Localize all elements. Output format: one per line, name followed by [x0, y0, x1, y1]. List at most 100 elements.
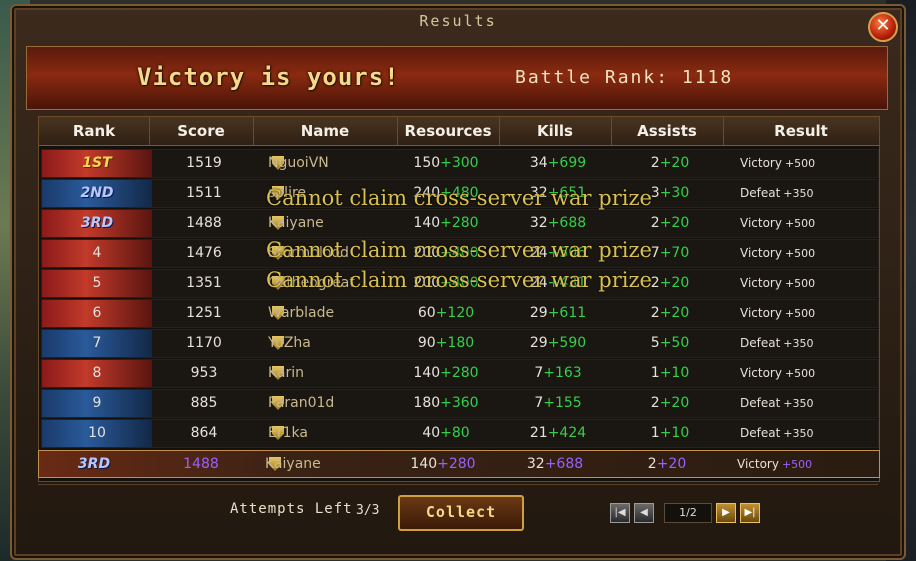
score-cell: 1511	[186, 185, 222, 201]
resources-cell-base: 140	[413, 215, 441, 231]
assists-cell: 1+10	[614, 360, 726, 387]
result-label: Victory	[737, 457, 779, 471]
attempts-value: 3/3	[356, 503, 380, 518]
result-cell: Defeat +350	[726, 330, 876, 357]
player-name[interactable]: Warblade	[268, 300, 388, 327]
resources-cell-bonus: +300	[440, 155, 479, 171]
window-title: Results	[419, 12, 497, 30]
score-cell: 1351	[186, 275, 222, 291]
resources-cell-bonus: +360	[440, 395, 479, 411]
kills-cell: 24+431	[502, 270, 614, 297]
player-name[interactable]: Paran01d	[268, 390, 388, 417]
close-button[interactable]: ✕	[868, 12, 898, 42]
result-cell: Victory +500	[726, 270, 876, 297]
resources-cell: 90+180	[390, 330, 502, 357]
result-label: Defeat	[740, 426, 781, 440]
battle-rank: Battle Rank: 1118	[515, 67, 734, 88]
kills-cell-bonus: +590	[547, 335, 587, 351]
assists-cell-base: 2	[650, 155, 660, 171]
assists-cell-bonus: +70	[659, 245, 690, 261]
kills-cell-bonus: +431	[547, 275, 587, 291]
table-row: 2ND 1511 splire 240+480 32+651 3+30 Defeat +350	[41, 179, 879, 208]
kills-cell: 32+688	[499, 451, 611, 478]
table-row: 10 864 Er1ka 40+80 21+424 1+10 Defeat +350	[41, 419, 879, 448]
resources-cell-bonus: +180	[435, 335, 475, 351]
first-page-button[interactable]: |◀	[610, 503, 630, 523]
rank-cell: 5	[92, 275, 102, 291]
kills-cell: 29+590	[502, 330, 614, 357]
kills-cell: 29+611	[502, 300, 614, 327]
player-name[interactable]: Stormblood	[268, 240, 388, 267]
header-kills: Kills	[499, 117, 612, 145]
result-bonus: +350	[783, 337, 814, 350]
resources-cell: 200+400	[390, 270, 502, 297]
assists-cell-base: 3	[650, 185, 660, 201]
player-name[interactable]: Karin	[268, 360, 388, 387]
assists-cell-bonus: +20	[659, 305, 690, 321]
assists-cell-base: 2	[650, 275, 660, 291]
assists-cell-base: 2	[650, 215, 660, 231]
player-name[interactable]: Kaiyane	[268, 210, 388, 237]
last-page-button[interactable]: ▶|	[740, 503, 760, 523]
assists-cell-bonus: +20	[656, 456, 687, 472]
kills-cell-bonus: +506	[547, 245, 587, 261]
player-name[interactable]: NguoiVN	[268, 150, 388, 177]
player-name[interactable]: splire	[268, 180, 388, 207]
rank-cell: 2ND	[80, 185, 114, 201]
assists-cell-base: 1	[650, 425, 660, 441]
resources-cell-bonus: +120	[435, 305, 475, 321]
kills-cell: 32+651	[502, 180, 614, 207]
rank-cell: 1ST	[82, 155, 112, 171]
result-label: Victory	[740, 246, 782, 260]
kills-cell-base: 29	[529, 335, 548, 351]
resources-cell-bonus: +280	[437, 456, 476, 472]
resources-cell-base: 60	[417, 305, 436, 321]
table-row: 8 953 Karin 140+280 7+163 1+10 Victory +500	[41, 359, 879, 388]
result-label: Victory	[740, 306, 782, 320]
result-label: Victory	[740, 276, 782, 290]
resources-cell-bonus: +400	[440, 245, 479, 261]
rank-cell: 8	[92, 365, 102, 381]
result-cell: Victory +500	[726, 210, 876, 237]
header-result: Result	[774, 122, 828, 140]
resources-cell: 200+400	[390, 240, 502, 267]
player-name[interactable]: Kaiyane	[265, 451, 385, 478]
score-cell: 1488	[183, 456, 219, 472]
assists-cell: 5+50	[614, 330, 726, 357]
collect-button[interactable]: Collect	[398, 495, 524, 531]
own-result-row: 3RD 1488 Kaiyane 140+280 32+688 2+20 Victory +5…	[38, 450, 880, 478]
kills-cell: 32+688	[502, 210, 614, 237]
assists-cell: 3+30	[614, 180, 726, 207]
table-row: 6 1251 Warblade 60+120 29+611 2+20 Victory +500	[41, 299, 879, 328]
result-label: Victory	[740, 156, 782, 170]
resources-cell-base: 240	[413, 185, 441, 201]
result-bonus: +350	[783, 397, 814, 410]
player-name[interactable]: YuZha	[268, 330, 388, 357]
assists-cell: 1+10	[614, 420, 726, 447]
assists-cell: 2+20	[611, 451, 723, 478]
resources-cell-base: 90	[417, 335, 436, 351]
result-label: Victory	[740, 366, 782, 380]
table-row: 7 1170 YuZha 90+180 29+590 5+50 Defeat +350	[41, 329, 879, 358]
resources-cell-base: 150	[413, 155, 441, 171]
next-page-button[interactable]: ▶	[716, 503, 736, 523]
player-name[interactable]: Ostheogreat	[268, 270, 388, 297]
result-cell: Victory +500	[726, 240, 876, 267]
result-bonus: +500	[784, 247, 816, 260]
kills-cell: 34+699	[502, 150, 614, 177]
prev-page-button[interactable]: ◀	[634, 503, 654, 523]
score-cell: 864	[190, 425, 218, 441]
assists-cell-base: 2	[650, 305, 660, 321]
resources-cell-bonus: +480	[440, 185, 479, 201]
kills-cell-bonus: +163	[543, 365, 582, 381]
resources-cell-base: 180	[413, 395, 441, 411]
assists-cell-bonus: +10	[659, 425, 690, 441]
result-bonus: +500	[784, 217, 816, 230]
kills-cell-base: 21	[529, 425, 548, 441]
kills-cell-base: 29	[529, 305, 548, 321]
assists-cell: 2+20	[614, 270, 726, 297]
result-cell: Defeat +350	[726, 420, 876, 447]
header-score: Score	[149, 117, 254, 145]
player-name[interactable]: Er1ka	[268, 420, 388, 447]
resources-cell-bonus: +280	[440, 365, 479, 381]
